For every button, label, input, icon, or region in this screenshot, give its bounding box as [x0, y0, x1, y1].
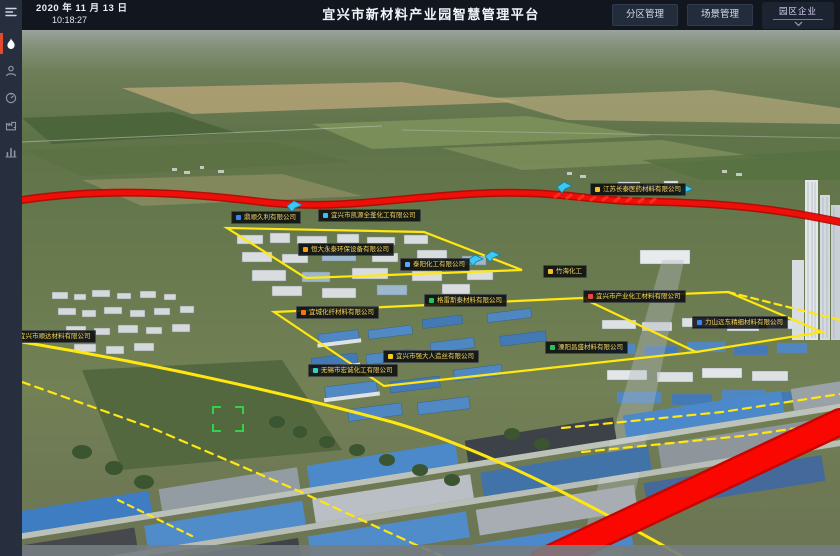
top-bar: 2020 年 11 月 13 日 10:18:27 宜兴市新材料产业园智慧管理平… [22, 0, 840, 30]
factory-icon [5, 119, 17, 131]
worker-icon [5, 65, 17, 77]
company-label-text: 宜兴市产业化工材料有限公司 [596, 291, 681, 302]
sidebar-item-enterprise[interactable] [0, 111, 22, 138]
company-label[interactable]: 宜兴市凯源全釜化工有限公司 [318, 209, 421, 222]
sidebar [0, 0, 22, 556]
company-pin-icon [405, 262, 410, 267]
sidebar-item-personnel[interactable] [0, 57, 22, 84]
sidebar-item-fire-monitoring[interactable] [0, 30, 22, 57]
company-label[interactable]: 宜兴市顺达材料有限公司 [22, 330, 96, 343]
company-pin-icon [313, 368, 318, 373]
park-enterprise-dropdown[interactable]: 园区企业 [762, 2, 834, 29]
company-label[interactable]: 力山远东精细材料有限公司 [692, 316, 788, 329]
current-time: 10:18:27 [36, 15, 127, 27]
company-label[interactable]: 无锡市宏诚化工有限公司 [308, 364, 398, 377]
top-actions: 分区管理 场景管理 园区企业 [612, 2, 834, 29]
company-label[interactable]: 泰阳化工有限公司 [400, 258, 470, 271]
company-pin-icon [429, 298, 434, 303]
company-label[interactable]: 江苏长泰医药材料有限公司 [590, 183, 686, 196]
park-enterprise-dropdown-label: 园区企业 [773, 5, 823, 20]
current-date: 2020 年 11 月 13 日 [36, 3, 127, 15]
sidebar-item-energy[interactable] [0, 84, 22, 111]
company-label[interactable]: 宜兴市强大人造丝有限公司 [383, 350, 479, 363]
flame-icon [5, 38, 17, 50]
company-label[interactable]: 竹海化工 [543, 265, 587, 278]
company-pin-icon [548, 269, 553, 274]
company-label-text: 溧阳昌盛材料有限公司 [558, 342, 623, 353]
company-pin-icon [550, 345, 555, 350]
chevron-down-icon [794, 21, 803, 27]
menu-toggle[interactable] [0, 0, 22, 24]
gauge-icon [5, 92, 17, 104]
company-pin-icon [303, 247, 308, 252]
company-label[interactable]: 宜城化纤材料有限公司 [296, 306, 379, 319]
company-label-text: 恒大永泰环保设备有限公司 [311, 244, 389, 255]
company-pin-icon [323, 213, 328, 218]
map-scene [22, 30, 840, 556]
company-label-text: 宜兴市强大人造丝有限公司 [396, 351, 474, 362]
company-label-text: 江苏长泰医药材料有限公司 [603, 184, 681, 195]
company-label[interactable]: 恒大永泰环保设备有限公司 [298, 243, 394, 256]
zone-management-button[interactable]: 分区管理 [612, 4, 678, 26]
company-pin-icon [236, 215, 241, 220]
company-label[interactable]: 宜兴市产业化工材料有限公司 [583, 290, 686, 303]
map-3d-view[interactable]: 鼎顺久利有限公司 宜兴市凯源全釜化工有限公司 恒大永泰环保设备有限公司 泰阳化工… [22, 30, 840, 556]
sidebar-item-statistics[interactable] [0, 138, 22, 165]
company-label[interactable]: 鼎顺久利有限公司 [231, 211, 301, 224]
company-label[interactable]: 格雷斯泰材料有限公司 [424, 294, 507, 307]
company-pin-icon [697, 320, 702, 325]
company-pin-icon [595, 187, 600, 192]
company-label-text: 无锡市宏诚化工有限公司 [321, 365, 393, 376]
bar-chart-icon [5, 146, 17, 158]
scene-management-button[interactable]: 场景管理 [687, 4, 753, 26]
company-pin-icon [388, 354, 393, 359]
datetime-block: 2020 年 11 月 13 日 10:18:27 [36, 3, 127, 27]
company-label-text: 力山远东精细材料有限公司 [705, 317, 783, 328]
company-label-text: 鼎顺久利有限公司 [244, 212, 296, 223]
company-pin-icon [301, 310, 306, 315]
bottom-edge [22, 545, 840, 556]
company-label-text: 竹海化工 [556, 266, 582, 277]
company-label-text: 宜兴市凯源全釜化工有限公司 [331, 210, 416, 221]
company-label-text: 格雷斯泰材料有限公司 [437, 295, 502, 306]
company-label-text: 宜兴市顺达材料有限公司 [22, 331, 91, 342]
company-label[interactable]: 溧阳昌盛材料有限公司 [545, 341, 628, 354]
company-label-text: 宜城化纤材料有限公司 [309, 307, 374, 318]
app-window: 2020 年 11 月 13 日 10:18:27 宜兴市新材料产业园智慧管理平… [0, 0, 840, 556]
company-pin-icon [588, 294, 593, 299]
company-label-text: 泰阳化工有限公司 [413, 259, 465, 270]
menu-icon [5, 6, 17, 18]
